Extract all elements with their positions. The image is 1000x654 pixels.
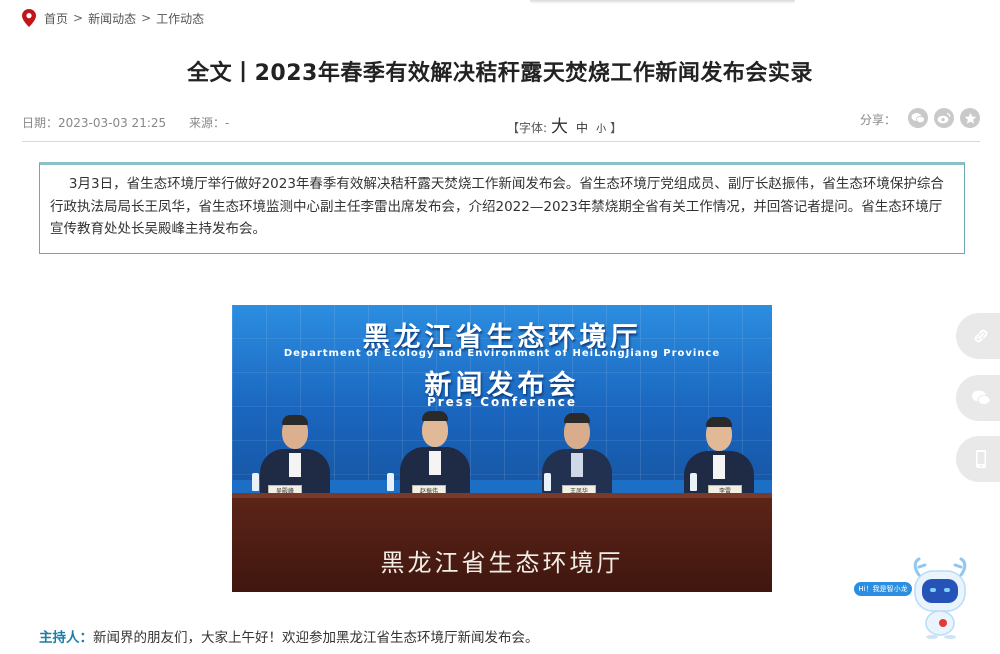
robot-assistant-icon[interactable]	[905, 557, 975, 639]
link-icon	[974, 329, 988, 343]
mobile-side-button[interactable]	[956, 436, 1000, 482]
weibo-share-icon[interactable]	[934, 108, 954, 128]
copy-link-button[interactable]	[956, 313, 1000, 359]
font-size-large-button[interactable]: 大	[551, 112, 568, 137]
font-size-medium-button[interactable]: 中	[576, 119, 588, 136]
banner-press: Press Conference	[426, 395, 578, 409]
share-bar: 分享：	[860, 108, 980, 128]
breadcrumb-separator: >	[73, 11, 84, 25]
host-label: 主持人：	[39, 630, 93, 646]
article-date: 日期：2023-03-03 21:25	[22, 116, 167, 130]
article-summary: 3月3日，省生态环境厅举行做好2023年春季有效解决秸秆露天焚烧工作新闻发布会。…	[39, 162, 965, 254]
article-meta: 日期：2023-03-03 21:25 来源：- 【字体: 大 中 小 】 分享…	[22, 108, 980, 142]
font-size-small-button[interactable]: 小	[596, 120, 606, 135]
breadcrumb-news-link[interactable]: 新闻动态	[88, 10, 136, 27]
mobile-icon	[976, 450, 986, 468]
favorite-share-icon[interactable]	[960, 108, 980, 128]
breadcrumb-separator: >	[141, 11, 152, 25]
font-size-label: 【字体:	[507, 121, 548, 135]
wechat-icon	[972, 390, 991, 406]
host-text: 新闻界的朋友们，大家上午好！欢迎参加黑龙江省生态环境厅新闻发布会。	[93, 630, 539, 646]
article-source: 来源：-	[189, 116, 230, 130]
top-shadow	[530, 0, 795, 4]
share-label: 分享：	[859, 112, 896, 127]
summary-text: 3月3日，省生态环境厅举行做好2023年春季有效解决秸秆露天焚烧工作新闻发布会。…	[50, 176, 944, 237]
location-pin-icon	[22, 9, 36, 27]
breadcrumb: 首页 > 新闻动态 > 工作动态	[22, 8, 204, 28]
font-size-close: 】	[610, 121, 623, 135]
press-conference-photo: 黑龙江省生态环境厅 Department of Ecology and Envi…	[232, 305, 772, 592]
breadcrumb-work-news-link[interactable]: 工作动态	[156, 10, 204, 27]
wechat-side-button[interactable]	[956, 375, 1000, 421]
article-title: 全文丨2023年春季有效解决秸秆露天焚烧工作新闻发布会实录	[187, 61, 813, 86]
font-size-switcher: 【字体: 大 中 小 】	[507, 112, 622, 137]
breadcrumb-home-link[interactable]: 首页	[44, 10, 68, 27]
wechat-share-icon[interactable]	[908, 108, 928, 128]
host-paragraph: 主持人：新闻界的朋友们，大家上午好！欢迎参加黑龙江省生态环境厅新闻发布会。	[39, 626, 539, 646]
robot-assistant-tag[interactable]: Hi！我是智小龙	[854, 582, 912, 596]
banner-english: Department of Ecology and Environment of…	[283, 348, 721, 359]
table-banner-text: 黑龙江省生态环境厅	[380, 549, 624, 577]
